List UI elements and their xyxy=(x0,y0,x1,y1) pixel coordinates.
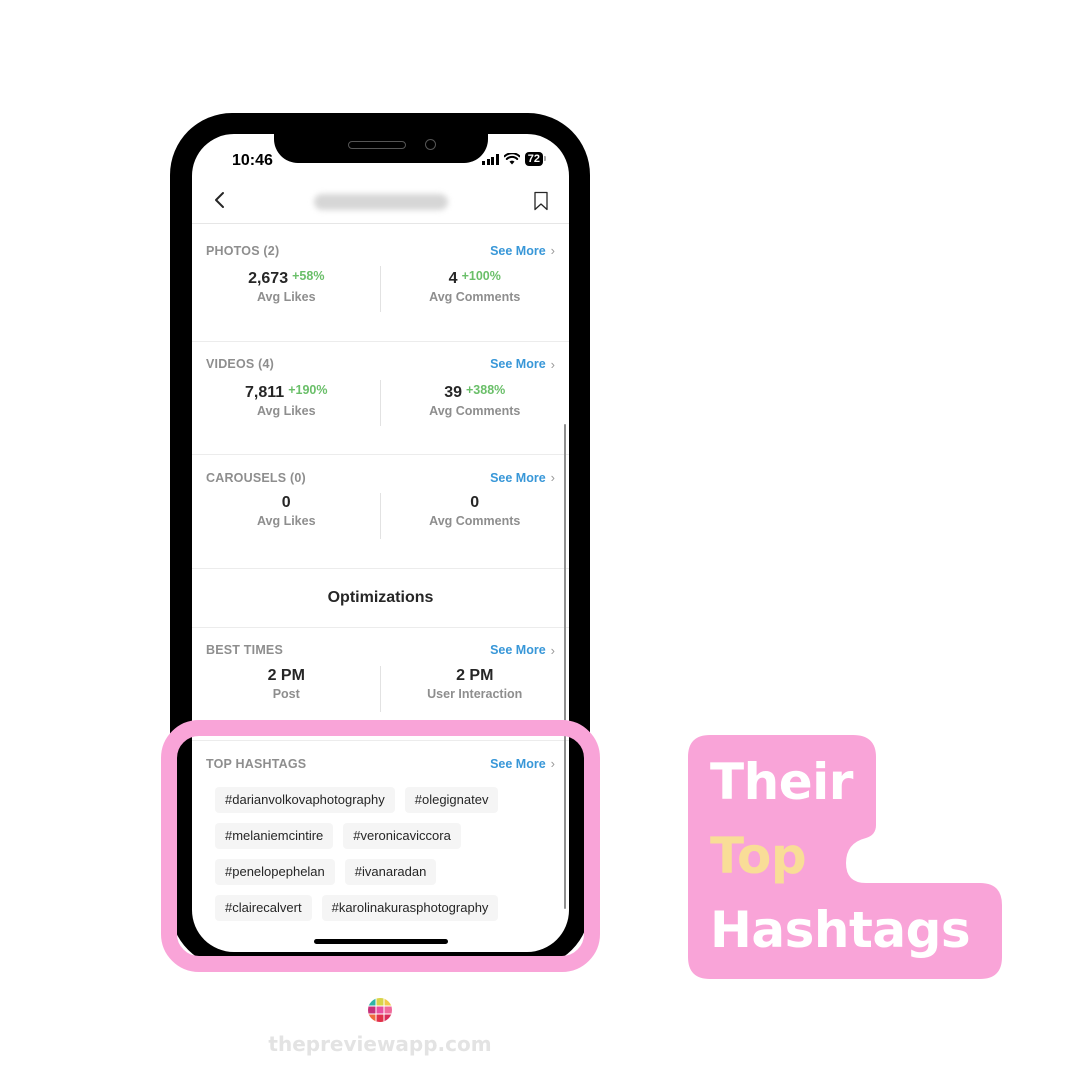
hashtag-chip[interactable]: #darianvolkovaphotography xyxy=(215,787,395,813)
caption-line-2: Top xyxy=(710,827,807,885)
stat-value: 0 xyxy=(470,494,480,511)
hashtag-chip[interactable]: #veronicaviccora xyxy=(343,823,461,849)
stat-best-post-time: 2 PM Post xyxy=(192,666,381,712)
section-label: PHOTOS (2) xyxy=(206,243,280,258)
hashtag-chip[interactable]: #ivanaradan xyxy=(344,859,437,885)
see-more-link[interactable]: See More › xyxy=(490,756,555,771)
bookmark-icon[interactable] xyxy=(533,191,549,211)
stat-value: 2,673 xyxy=(248,270,289,287)
status-icons: 72 xyxy=(482,152,547,166)
see-more-link[interactable]: See More › xyxy=(490,643,555,658)
stat-label: Avg Likes xyxy=(256,290,316,304)
see-more-link[interactable]: See More › xyxy=(490,357,555,372)
chevron-right-icon: › xyxy=(550,756,555,771)
stat-label: Post xyxy=(272,686,300,701)
see-more-label: See More xyxy=(490,643,546,657)
stat-avg-comments: 39 +388% Avg Comments xyxy=(381,380,570,426)
stat-change: +58% xyxy=(292,269,325,283)
stat-value: 7,811 xyxy=(245,383,285,401)
stat-label: Avg Comments xyxy=(429,514,521,528)
battery-indicator: 72 xyxy=(524,152,547,166)
stat-value: 2 PM xyxy=(456,666,494,684)
analytics-content: PHOTOS (2) See More › 2,673 +58% Avg Likes… xyxy=(192,228,569,741)
navbar xyxy=(192,184,569,224)
stat-change: +388% xyxy=(466,382,506,397)
see-more-label: See More xyxy=(490,357,546,371)
phone-notch xyxy=(274,113,488,163)
stat-avg-likes: 2,673 +58% Avg Likes xyxy=(192,266,381,312)
see-more-label: See More xyxy=(490,243,546,258)
preview-app-logo-icon xyxy=(368,998,392,1022)
stat-avg-comments: 0 Avg Comments xyxy=(381,493,570,539)
see-more-label: See More xyxy=(490,470,546,485)
hashtag-list: #darianvolkovaphotography #olegignatev #… xyxy=(192,771,522,921)
section-label: CAROUSELS (0) xyxy=(206,470,306,485)
chevron-left-icon[interactable] xyxy=(212,190,228,210)
stat-change: +100% xyxy=(461,269,501,283)
stat-label: Avg Comments xyxy=(429,403,521,418)
stat-label: User Interaction xyxy=(427,686,523,701)
section-label: BEST TIMES xyxy=(206,643,284,657)
blurred-account-name xyxy=(314,194,448,210)
stat-avg-likes: 0 Avg Likes xyxy=(192,493,381,539)
stat-value: 2 PM xyxy=(267,666,305,684)
stat-value: 4 xyxy=(448,270,458,287)
see-more-link[interactable]: See More › xyxy=(490,243,555,258)
stat-best-interaction-time: 2 PM User Interaction xyxy=(381,666,570,712)
chevron-right-icon: › xyxy=(550,470,555,485)
hashtag-chip[interactable]: #karolinakurasphotography xyxy=(321,895,499,921)
stat-value: 39 xyxy=(444,383,462,401)
stat-label: Avg Comments xyxy=(429,290,521,304)
phone-screen: 10:46 72 PHOTOS (2) See More › 2,673 +58… xyxy=(192,134,569,952)
videos-section: VIDEOS (4) See More › 7,811 +190% Avg Like… xyxy=(192,342,570,455)
stat-change: +190% xyxy=(288,382,328,397)
speaker-icon xyxy=(348,141,406,149)
caption-line-1: Their xyxy=(710,753,853,811)
status-time: 10:46 xyxy=(232,152,273,169)
chevron-right-icon: › xyxy=(550,356,555,372)
top-hashtags-section: TOP HASHTAGS See More › #darianvolkovapho… xyxy=(192,741,569,921)
caption-line-3: Hashtags xyxy=(710,901,971,959)
section-label: TOP HASHTAGS xyxy=(206,756,307,771)
see-more-link[interactable]: See More › xyxy=(490,470,555,485)
see-more-label: See More xyxy=(490,756,546,771)
camera-icon xyxy=(425,139,436,150)
photos-section: PHOTOS (2) See More › 2,673 +58% Avg Likes… xyxy=(192,228,569,342)
hashtag-chip[interactable]: #melaniemcintire xyxy=(215,823,334,849)
optimizations-heading: Optimizations xyxy=(192,569,569,628)
stat-value: 0 xyxy=(281,494,291,511)
stat-avg-likes: 7,811 +190% Avg Likes xyxy=(192,380,381,426)
wifi-icon xyxy=(503,153,520,165)
hashtag-chip[interactable]: #penelopephelan xyxy=(215,859,335,885)
signal-icon xyxy=(482,153,499,165)
home-indicator[interactable] xyxy=(314,939,448,944)
scrollbar[interactable] xyxy=(563,424,566,909)
section-label: VIDEOS (4) xyxy=(206,357,274,371)
hashtag-chip[interactable]: #clairecalvert xyxy=(215,895,312,921)
footer-website: thepreviewapp.com xyxy=(268,1032,492,1056)
stat-label: Avg Likes xyxy=(256,514,316,528)
best-times-section: BEST TIMES See More › 2 PM Post 2 PM User… xyxy=(192,628,569,741)
stat-label: Avg Likes xyxy=(256,403,316,418)
chevron-right-icon: › xyxy=(550,243,555,258)
hashtag-chip[interactable]: #olegignatev xyxy=(404,787,499,813)
carousels-section: CAROUSELS (0) See More › 0 Avg Likes 0 Av… xyxy=(192,455,569,569)
stat-avg-comments: 4 +100% Avg Comments xyxy=(381,266,570,312)
chevron-right-icon: › xyxy=(550,642,555,658)
